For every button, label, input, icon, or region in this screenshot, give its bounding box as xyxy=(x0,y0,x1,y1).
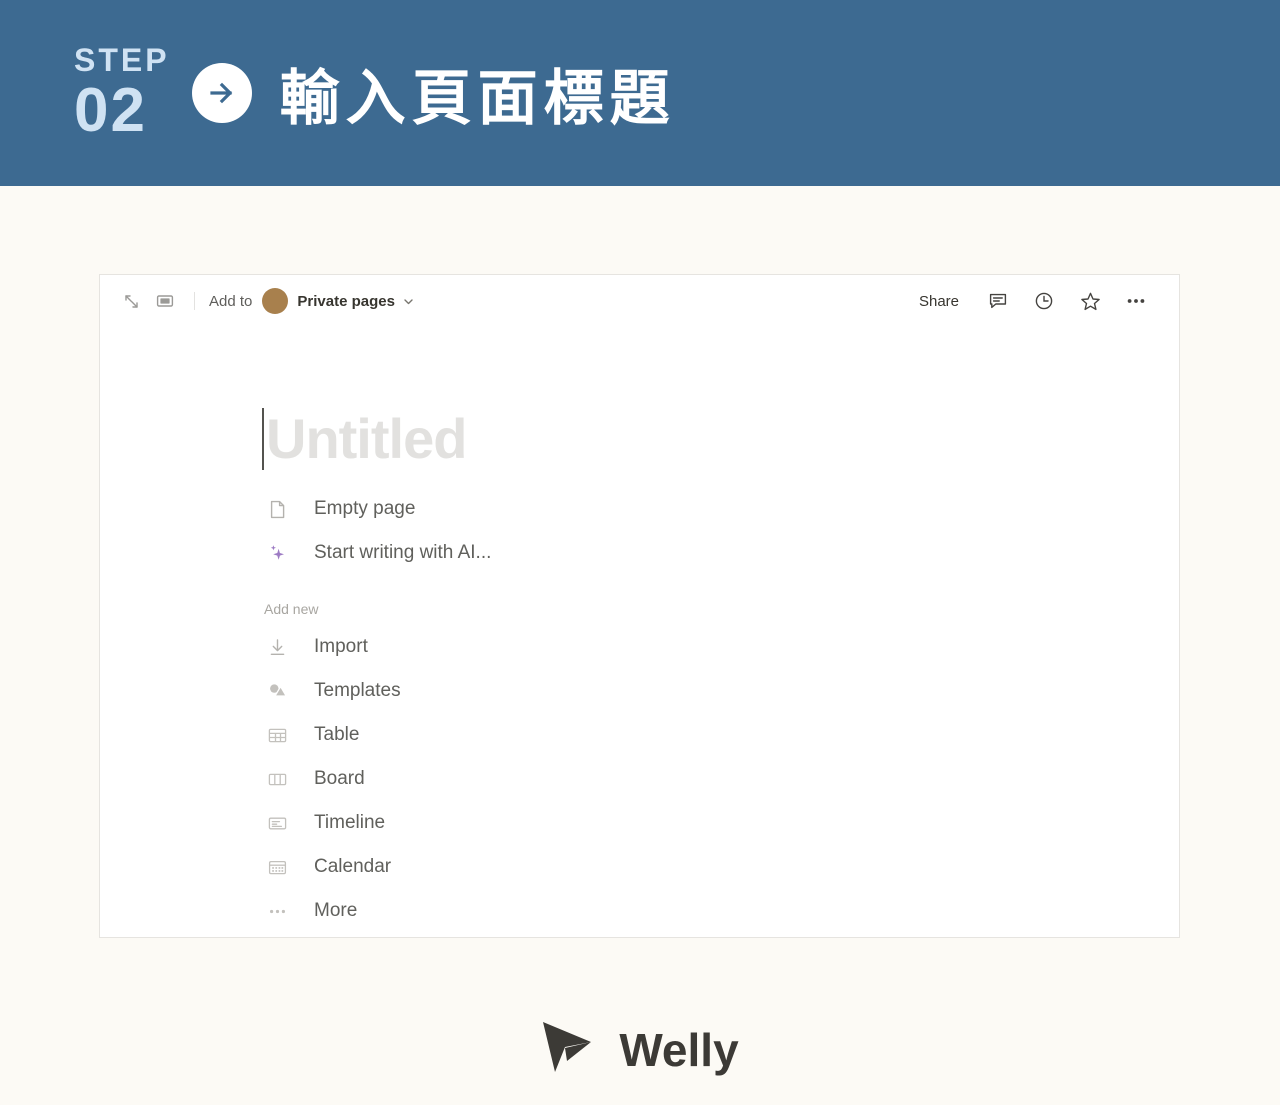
add-new-section-title: Add new xyxy=(264,601,319,617)
add-new-item-table[interactable]: Table xyxy=(262,713,1179,757)
add-new-item-board[interactable]: Board xyxy=(262,757,1179,801)
step-word: STEP xyxy=(74,42,170,78)
quick-option-label: Start writing with AI... xyxy=(314,542,492,563)
add-new-item-label: Board xyxy=(314,768,365,789)
page-toolbar: Add to Private pages Share xyxy=(100,275,1179,327)
page-content: Untitled Empty page Start writing with A… xyxy=(100,327,1179,933)
add-new-item-label: Calendar xyxy=(314,856,392,877)
add-new-item-label: Import xyxy=(314,636,368,657)
chevron-down-icon[interactable] xyxy=(402,295,415,308)
arrow-right-circle-icon xyxy=(191,63,252,123)
side-peek-icon[interactable] xyxy=(152,288,178,314)
welly-logo: Welly xyxy=(0,1018,1280,1081)
star-icon[interactable] xyxy=(1077,288,1103,314)
timeline-icon xyxy=(262,813,296,834)
step-banner: STEP 02 輸入頁面標題 xyxy=(0,0,1280,186)
table-grid-icon xyxy=(262,725,296,746)
clock-history-icon[interactable] xyxy=(1031,288,1057,314)
more-horizontal-icon[interactable] xyxy=(1123,288,1149,314)
calendar-icon xyxy=(262,857,296,878)
welly-logo-text: Welly xyxy=(619,1023,739,1076)
add-new-item-label: Timeline xyxy=(314,812,386,833)
welly-paper-plane-icon xyxy=(541,1018,603,1081)
add-new-item-more[interactable]: More xyxy=(262,889,1179,933)
banner-title: 輸入頁面標題 xyxy=(279,63,676,134)
text-caret xyxy=(262,408,264,470)
toolbar-divider xyxy=(194,292,195,310)
add-new-item-import[interactable]: Import xyxy=(262,625,1179,669)
more-dots-icon xyxy=(262,901,296,922)
add-new-item-label: More xyxy=(314,900,358,921)
ai-sparkle-icon xyxy=(262,542,296,564)
add-new-item-label: Table xyxy=(314,724,360,745)
comment-icon[interactable] xyxy=(985,288,1011,314)
page-title-placeholder: Untitled xyxy=(266,407,467,470)
import-download-icon xyxy=(262,637,296,658)
page-title-row[interactable]: Untitled xyxy=(262,403,1179,475)
quick-option-label: Empty page xyxy=(314,498,416,519)
add-new-item-timeline[interactable]: Timeline xyxy=(262,801,1179,845)
templates-shapes-icon xyxy=(262,680,296,702)
destination-page-name[interactable]: Private pages xyxy=(297,293,395,310)
board-columns-icon xyxy=(262,769,296,790)
step-label-block: STEP 02 xyxy=(74,44,170,142)
quick-option-ai-writing[interactable]: Start writing with AI... xyxy=(262,531,1179,575)
expand-diagonal-icon[interactable] xyxy=(118,288,144,314)
document-icon xyxy=(262,499,296,520)
add-new-item-calendar[interactable]: Calendar xyxy=(262,845,1179,889)
add-new-item-label: Templates xyxy=(314,680,401,701)
quick-option-empty-page[interactable]: Empty page xyxy=(262,487,1179,531)
step-number: 02 xyxy=(74,76,147,145)
add-new-item-templates[interactable]: Templates xyxy=(262,669,1179,713)
share-button[interactable]: Share xyxy=(919,293,959,310)
add-to-label: Add to xyxy=(209,292,253,310)
notion-page-card: Add to Private pages Share Untitled Empt… xyxy=(99,274,1180,938)
workspace-avatar[interactable] xyxy=(262,288,289,314)
